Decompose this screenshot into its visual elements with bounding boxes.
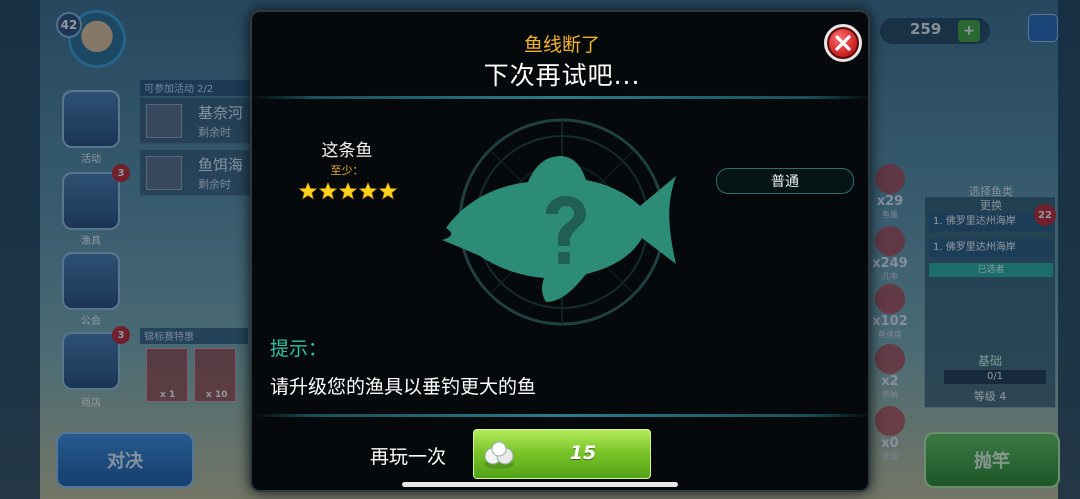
star-icon [339, 182, 357, 200]
star-icon [319, 182, 337, 200]
play-again-cost: 15 [569, 442, 597, 464]
hint-text: 请升级您的渔具以垂钓更大的鱼 [270, 376, 537, 398]
bottom-divider [252, 414, 872, 417]
fish-star-rating [296, 182, 400, 200]
home-indicator-bar[interactable] [402, 482, 678, 487]
close-icon [835, 35, 851, 51]
this-fish-label: 这条鱼 [321, 141, 373, 161]
close-button[interactable] [824, 24, 862, 62]
fish-rarity-badge: 普通 [716, 168, 854, 194]
line-broke-dialog: 鱼线断了 下次再试吧... 这条鱼 至少： 普通 提示： 请升级您的渔具以垂钓更… [250, 10, 872, 492]
hint-label: 提示： [270, 338, 328, 360]
question-mark-icon [546, 196, 586, 264]
minimum-label: 至少： [330, 164, 364, 177]
top-divider [252, 96, 872, 99]
play-again-button[interactable]: 15 [473, 429, 651, 479]
star-icon [379, 182, 397, 200]
mystery-fish-area [436, 116, 686, 328]
star-icon [299, 182, 317, 200]
pearl-icon [484, 441, 514, 469]
dialog-title: 鱼线断了 [523, 34, 600, 56]
dialog-subtitle: 下次再试吧... [483, 61, 641, 90]
play-again-label: 再玩一次 [370, 446, 447, 468]
star-icon [359, 182, 377, 200]
